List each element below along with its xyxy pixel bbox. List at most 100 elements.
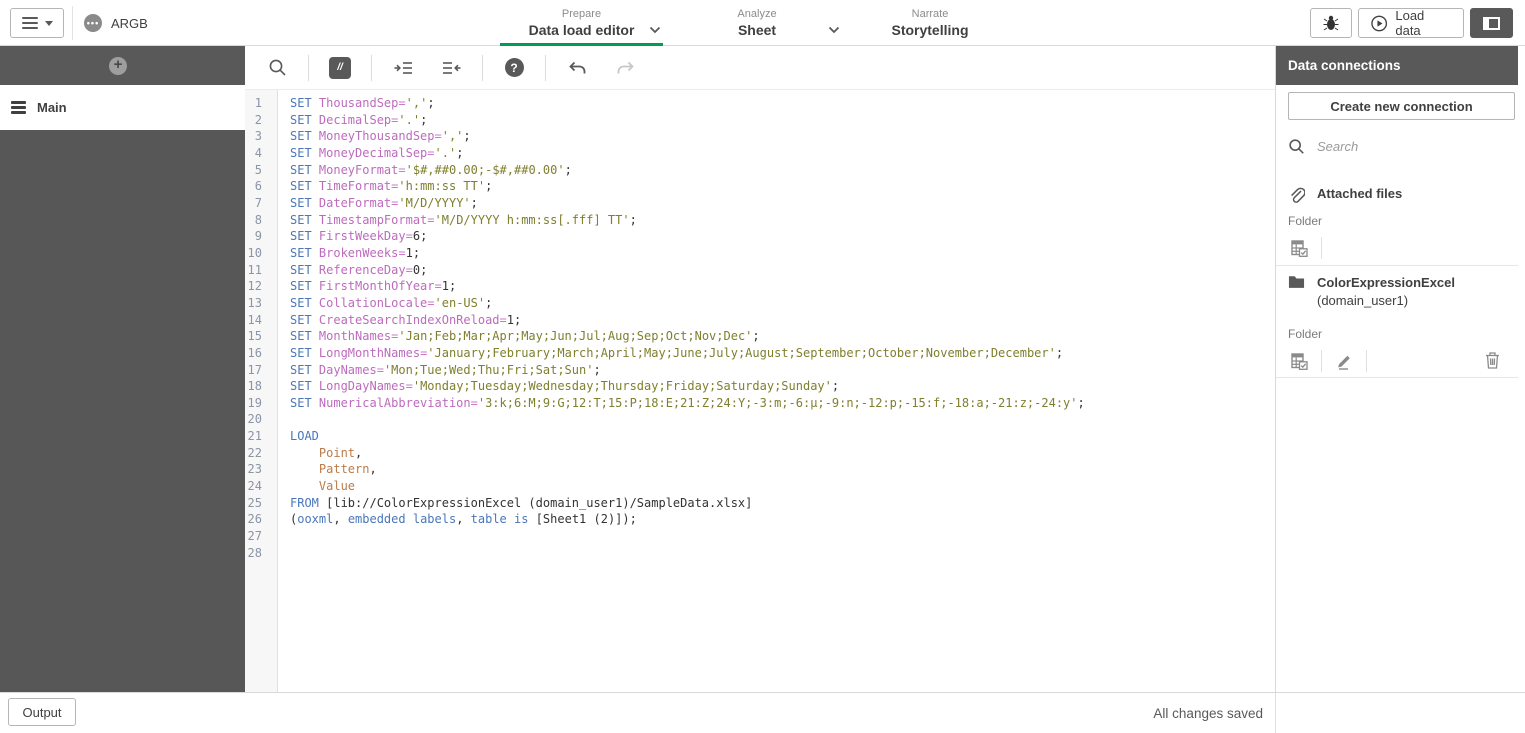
code-line[interactable]: SET LongMonthNames='January;February;Mar… [290,345,1275,362]
code-line[interactable]: FROM [lib://ColorExpressionExcel (domain… [290,495,1275,512]
code-line[interactable]: SET MonthNames='Jan;Feb;Mar;Apr;May;Jun;… [290,328,1275,345]
code-line[interactable]: SET DecimalSep='.'; [290,112,1275,129]
code-line[interactable]: SET CreateSearchIndexOnReload=1; [290,312,1275,329]
chevron-down-icon[interactable] [649,26,661,34]
code-line[interactable] [290,528,1275,545]
create-connection-button[interactable]: Create new connection [1288,92,1515,120]
comment-icon[interactable]: // [325,53,355,83]
load-data-label: Load data [1395,8,1451,38]
code-lines[interactable]: SET ThousandSep=',';SET DecimalSep='.';S… [278,90,1275,692]
code-line[interactable]: SET ThousandSep=','; [290,95,1275,112]
code-line[interactable]: SET CollationLocale='en-US'; [290,295,1275,312]
divider [1276,265,1518,266]
code-line[interactable]: Point, [290,445,1275,462]
load-data-button[interactable]: Load data [1358,8,1464,38]
top-bar: ••• ARGB Prepare Data load editor Analyz… [0,0,1525,46]
code-line[interactable]: SET LongDayNames='Monday;Tuesday;Wednesd… [290,378,1275,395]
bug-icon [1323,14,1339,32]
redo-icon[interactable] [610,53,640,83]
app-identity[interactable]: ••• ARGB [84,0,148,46]
connection-attached-files[interactable]: Attached files [1288,186,1402,205]
outdent-icon[interactable] [436,53,466,83]
code-line[interactable]: SET MoneyThousandSep=','; [290,128,1275,145]
sections-sidebar: + Main [0,46,245,692]
code-line[interactable]: SET DateFormat='M/D/YYYY'; [290,195,1275,212]
connection-color-expression-excel[interactable]: ColorExpressionExcel (domain_user1) [1288,274,1455,310]
code-line[interactable]: SET NumericalAbbreviation='3:k;6:M;9:G;1… [290,395,1275,412]
code-line[interactable]: SET TimeFormat='h:mm:ss TT'; [290,178,1275,195]
code-line[interactable]: SET FirstWeekDay=6; [290,228,1275,245]
divider [72,6,73,40]
connection-actions [1288,349,1515,373]
divider [1321,237,1322,259]
play-icon [1371,15,1387,32]
divider [482,55,483,81]
gutter: 1234567891011121314151617181920212223242… [245,90,278,692]
sidebar-item-main[interactable]: Main [0,85,245,130]
panel-toggle-button[interactable] [1470,8,1513,38]
section-label: Main [37,100,67,115]
code-line[interactable]: SET MoneyDecimalSep='.'; [290,145,1275,162]
code-line[interactable]: (ooxml, embedded labels, table is [Sheet… [290,511,1275,528]
divider [308,55,309,81]
tab-prepare-value: Data load editor [529,21,635,39]
divider [1366,350,1367,372]
folder-icon [1288,274,1305,289]
panel-layout-icon [1483,17,1500,30]
code-line[interactable] [290,411,1275,428]
code-line[interactable]: SET BrokenWeeks=1; [290,245,1275,262]
search-icon [1288,138,1305,155]
undo-icon[interactable] [562,53,592,83]
divider [1321,350,1322,372]
connection-type: Folder [1288,327,1322,341]
indent-icon[interactable] [388,53,418,83]
data-connections-panel: Data connections Create new connection A… [1275,46,1525,692]
chevron-down-icon [45,21,53,26]
tab-narrate[interactable]: Narrate Storytelling [855,0,1005,46]
select-data-icon[interactable] [1288,350,1310,372]
global-menu-button[interactable] [10,8,64,38]
paperclip-icon [1288,186,1305,205]
search-input[interactable] [1315,138,1485,155]
delete-icon[interactable] [1481,349,1503,371]
save-status: All changes saved [1153,693,1263,733]
chevron-down-icon[interactable] [828,26,840,34]
connection-name: Attached files [1317,186,1402,202]
bottom-bar: Output All changes saved [0,692,1525,732]
divider [1276,377,1518,378]
output-button[interactable]: Output [8,698,76,726]
help-icon[interactable]: ? [499,53,529,83]
divider [545,55,546,81]
section-drag-handle-icon[interactable] [11,99,26,117]
search-icon[interactable] [262,53,292,83]
code-line[interactable]: Pattern, [290,461,1275,478]
tab-analyze-label: Analyze [737,8,776,21]
code-line[interactable]: LOAD [290,428,1275,445]
tab-prepare[interactable]: Prepare Data load editor [500,0,663,46]
edit-icon[interactable] [1333,350,1355,372]
code-line[interactable] [290,545,1275,562]
tab-analyze[interactable]: Analyze Sheet [672,0,842,46]
debug-button[interactable] [1310,8,1352,38]
app-title: ARGB [111,16,148,31]
editor-toolbar: // ? [245,46,1275,90]
tab-prepare-label: Prepare [562,8,601,21]
connection-name: ColorExpressionExcel [1317,275,1455,290]
code-line[interactable]: SET MoneyFormat='$#,##0.00;-$#,##0.00'; [290,162,1275,179]
divider [371,55,372,81]
panel-title: Data connections [1276,46,1518,85]
code-line[interactable]: SET ReferenceDay=0; [290,262,1275,279]
code-line[interactable]: SET DayNames='Mon;Tue;Wed;Thu;Fri;Sat;Su… [290,362,1275,379]
code-line[interactable]: Value [290,478,1275,495]
connection-type: Folder [1288,214,1322,228]
script-editor: 1234567891011121314151617181920212223242… [245,90,1275,692]
tab-analyze-value: Sheet [738,21,776,39]
menu-icon [22,14,38,32]
code-line[interactable]: SET TimestampFormat='M/D/YYYY h:mm:ss[.f… [290,212,1275,229]
select-data-icon[interactable] [1288,237,1310,259]
code-line[interactable]: SET FirstMonthOfYear=1; [290,278,1275,295]
connection-search[interactable] [1288,134,1508,158]
connection-actions [1288,236,1515,260]
tab-narrate-label: Narrate [912,8,949,21]
add-section-icon[interactable]: + [109,57,127,75]
